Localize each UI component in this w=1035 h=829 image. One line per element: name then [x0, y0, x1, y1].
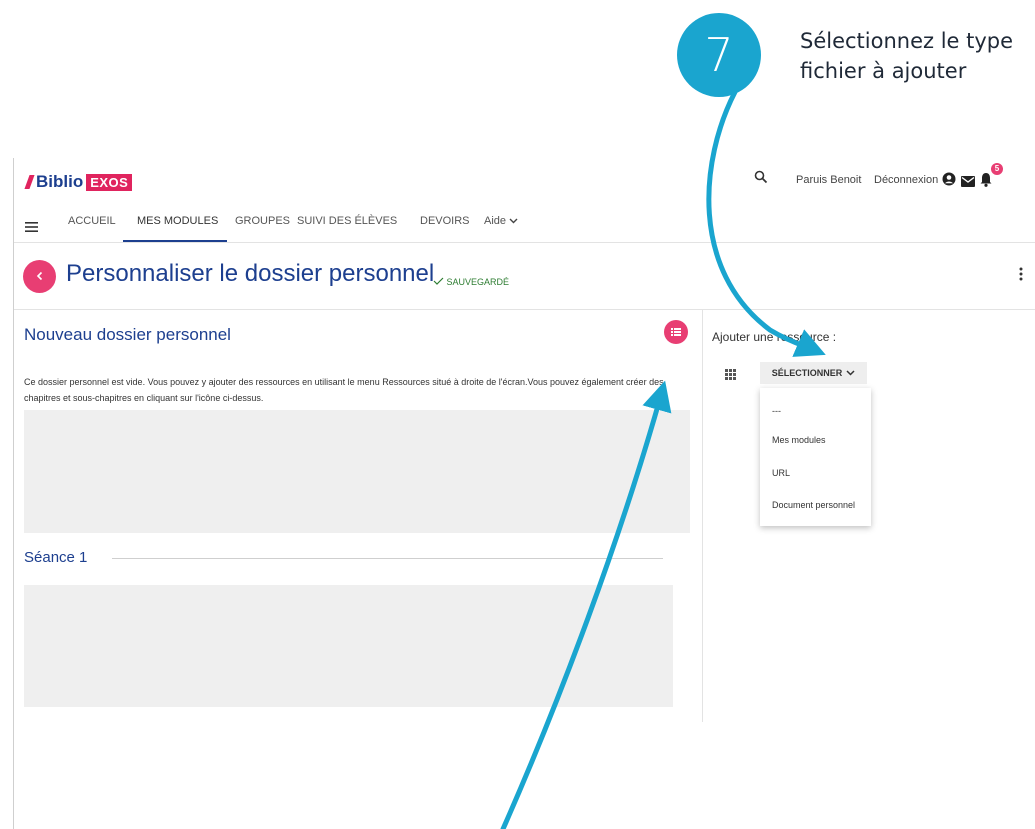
apps-grid-icon[interactable]: [725, 367, 736, 385]
logo-slash-mark: [24, 175, 35, 189]
step-instruction: Sélectionnez le type fichier à ajouter: [800, 26, 1013, 86]
resource-type-select[interactable]: SÉLECTIONNER: [760, 362, 867, 384]
saved-status-label: SAUVEGARDÉ: [446, 277, 510, 287]
user-name-link[interactable]: Paruis Benoit: [796, 174, 861, 186]
account-circle-icon[interactable]: [942, 172, 956, 191]
dropdown-option-document-personnel[interactable]: Document personnel: [772, 500, 855, 510]
resource-type-dropdown: --- Mes modules URL Document personnel: [760, 388, 871, 526]
notification-count-badge: 5: [991, 163, 1003, 175]
app-frame-border: [13, 158, 14, 829]
session-divider: [112, 558, 663, 559]
nav-divider: [14, 242, 1035, 243]
nav-tab-suivi-eleves[interactable]: SUIVI DES ÉLÈVES: [297, 215, 397, 227]
page-title: Personnaliser le dossier personnel: [66, 260, 435, 287]
chevron-down-icon: [846, 368, 855, 378]
search-icon[interactable]: [754, 170, 768, 187]
logo-text: Biblio: [36, 172, 84, 191]
more-options-icon[interactable]: [1019, 267, 1023, 286]
nav-tab-accueil[interactable]: ACCUEIL: [68, 215, 116, 227]
logout-link[interactable]: Déconnexion: [874, 174, 938, 186]
nav-tab-groupes[interactable]: GROUPES: [235, 215, 290, 227]
add-chapter-button[interactable]: [664, 320, 688, 344]
nav-tab-aide-label: Aide: [484, 215, 507, 227]
nav-tab-devoirs[interactable]: DEVOIRS: [420, 215, 470, 227]
folder-drop-zone[interactable]: [24, 410, 690, 533]
step-instruction-line1: Sélectionnez le type: [800, 29, 1014, 53]
nav-tab-aide[interactable]: Aide: [484, 215, 518, 227]
back-button[interactable]: [23, 260, 56, 293]
arrow-to-select-button: [706, 89, 826, 357]
empty-folder-description: Ce dossier personnel est vide. Vous pouv…: [24, 377, 664, 403]
dropdown-option-url[interactable]: URL: [772, 468, 790, 478]
check-icon: [433, 277, 444, 285]
add-resource-label: Ajouter une ressource :: [712, 330, 837, 344]
column-divider: [702, 310, 703, 722]
bell-icon[interactable]: [979, 172, 993, 192]
session-title[interactable]: Séance 1: [24, 549, 87, 566]
saved-status: SAUVEGARDÉ: [433, 277, 509, 287]
chevron-down-icon: [509, 215, 518, 227]
session-drop-zone[interactable]: [24, 585, 673, 707]
app-logo[interactable]: Biblio EXOS: [24, 172, 133, 192]
resource-type-select-label: SÉLECTIONNER: [771, 368, 843, 378]
step-instruction-line2: fichier à ajouter: [800, 59, 967, 83]
folder-title: Nouveau dossier personnel: [24, 325, 231, 344]
logo-badge: EXOS: [86, 173, 133, 191]
step-number-badge: 7: [677, 13, 761, 97]
hamburger-menu-icon[interactable]: [25, 219, 38, 237]
list-icon: [671, 328, 681, 336]
chevron-left-icon: [36, 271, 42, 281]
dropdown-option-mes-modules[interactable]: Mes modules: [772, 435, 826, 445]
dropdown-option-none[interactable]: ---: [772, 406, 781, 416]
title-divider: [14, 309, 1035, 310]
mail-icon[interactable]: [961, 174, 975, 192]
nav-tab-mes-modules[interactable]: MES MODULES: [137, 215, 218, 227]
